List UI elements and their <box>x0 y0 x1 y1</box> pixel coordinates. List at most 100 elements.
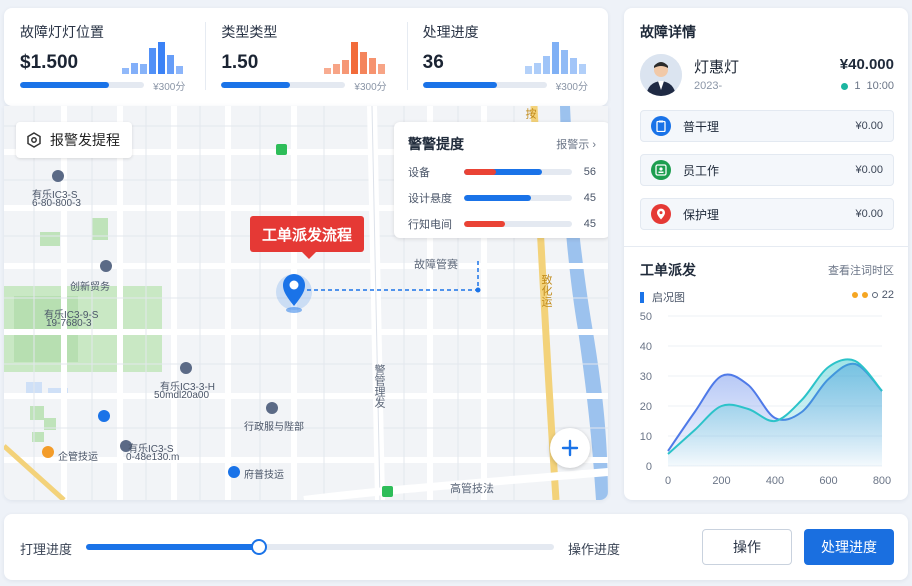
detail-item-amount: ¥0.00 <box>855 164 883 176</box>
alarm-row-value: 56 <box>583 166 596 178</box>
avatar <box>640 54 682 96</box>
detail-item[interactable]: 保护理 ¥0.00 <box>640 198 894 230</box>
stat-note: ¥300分 <box>354 82 387 93</box>
legend-dot-icon <box>851 292 858 298</box>
stat-mini-bar <box>122 67 130 74</box>
stat-title: 类型类型 <box>221 24 278 40</box>
progress-left-label: 打理进度 <box>20 542 73 557</box>
alarm-panel-title: 警警提度 <box>408 136 464 152</box>
clipboard-icon <box>651 116 671 136</box>
map-road-label: 致化运 <box>540 274 552 307</box>
stat-title: 处理进度 <box>422 24 479 40</box>
chart-x-tick-label: 0 <box>665 475 671 487</box>
stat-mini-bars <box>524 42 586 74</box>
detail-item[interactable]: 员工作 ¥0.00 <box>640 154 894 186</box>
alarm-row: 设备 56 <box>408 164 596 180</box>
chart-legend-right: 22 <box>851 289 894 301</box>
alarm-row-label: 设计悬度 <box>408 193 452 205</box>
alarm-row-value: 45 <box>583 218 596 230</box>
stat-card: 类型类型 1.50 ¥300分 <box>205 8 406 106</box>
stat-progress <box>422 82 547 88</box>
map-poi-label: 创新贸务 <box>70 282 110 293</box>
map-poi-label: 19-7680-3 <box>46 318 92 329</box>
map-poi-label: 0-48e130.m <box>126 452 180 463</box>
stat-mini-bar <box>551 42 559 74</box>
alarm-panel-link[interactable]: 报警示 › <box>556 136 596 152</box>
stat-mini-bar <box>359 51 367 74</box>
map-poi-label: 50mdl20a00 <box>154 390 210 401</box>
map-road-label: 高管技法 <box>450 483 494 495</box>
chart-y-tick-label: 0 <box>646 461 652 473</box>
stat-mini-bar <box>524 66 532 74</box>
map-poi-label: 府普技运 <box>244 470 284 481</box>
stats-bar: 故障灯灯位置 $1.500 ¥300分 类型类型 1.50 ¥300分 处理进度… <box>4 8 608 106</box>
stat-mini-bar <box>140 64 148 74</box>
alarm-row-track <box>464 169 572 175</box>
status-dot-icon <box>841 82 849 90</box>
detail-item[interactable]: 普干理 ¥0.00 <box>640 110 894 142</box>
person-icon <box>640 54 682 96</box>
chart-y-tick-label: 40 <box>640 341 652 353</box>
fault-detail-panel: 故障详情 灯惠灯 2023- ¥40.000 1 10:00 普干理 ¥0.00… <box>624 8 908 500</box>
hexagon-icon <box>27 132 41 148</box>
stat-mini-bar <box>176 66 184 74</box>
detail-item-label: 普干理 <box>683 119 720 134</box>
chart-x-tick-label: 200 <box>712 475 730 487</box>
stat-mini-bar <box>323 67 331 74</box>
legend-value: 22 <box>881 289 894 301</box>
detail-item-label: 员工作 <box>683 163 720 178</box>
map-view[interactable]: 有乐IC3-S 6-80-800-3 创新贸务 有乐IC3-9-S 19-768… <box>4 106 608 500</box>
stat-mini-bar <box>131 62 139 74</box>
alarm-row-track <box>464 221 572 227</box>
progress-slider-thumb[interactable] <box>251 539 268 555</box>
chart-y-tick-label: 10 <box>640 431 652 443</box>
progress-slider[interactable] <box>86 539 554 555</box>
map-road-label: 故障管赛 <box>414 259 458 271</box>
stat-mini-bar <box>149 48 157 74</box>
progress-bar-panel: 打理进度 操作进度 操作 处理进度 <box>4 514 908 580</box>
legend-bar-icon <box>640 291 644 303</box>
dispatch-chart: 0 10 20 30 40 50 0 200 400 600 800 <box>640 311 891 487</box>
alarm-row-track <box>464 195 572 201</box>
chart-x-tick-label: 400 <box>766 475 784 487</box>
stat-mini-bars <box>323 42 385 74</box>
stat-mini-bar <box>332 64 340 74</box>
process-progress-button[interactable]: 处理进度 <box>804 529 894 565</box>
plus-icon <box>561 439 579 457</box>
status-badge: 1 10:00 <box>841 80 894 92</box>
stat-mini-bar <box>368 58 376 74</box>
stat-title: 故障灯灯位置 <box>20 24 104 40</box>
legend-label: 启况图 <box>652 292 685 304</box>
stat-progress <box>221 82 346 88</box>
stat-mini-bar <box>167 54 175 74</box>
status-time: 10:00 <box>866 80 894 92</box>
dispatch-view-link[interactable]: 查看注词时区 <box>828 262 894 278</box>
map-road-label: 警管理发 <box>373 364 385 408</box>
map-poi-label: 企管技运 <box>58 452 98 463</box>
detail-item-amount: ¥0.00 <box>855 120 883 132</box>
stat-progress <box>20 82 144 88</box>
operate-button[interactable]: 操作 <box>702 529 792 565</box>
chart-y-tick-label: 30 <box>640 371 652 383</box>
stat-mini-bar <box>542 56 550 74</box>
workflow-tag[interactable]: 工单派发流程 <box>250 216 365 259</box>
chart-x-tick-label: 600 <box>819 475 837 487</box>
alarm-row-label: 设备 <box>408 167 430 179</box>
detail-title: 故障详情 <box>640 24 696 40</box>
stat-mini-bar <box>560 50 568 74</box>
stat-mini-bar <box>341 59 349 74</box>
worker-icon <box>651 160 671 180</box>
zoom-in-button[interactable] <box>550 428 590 468</box>
stat-mini-bar <box>350 42 358 74</box>
alarm-process-button[interactable]: 报警发提程 <box>16 122 132 158</box>
detail-item-label: 保护理 <box>683 207 720 222</box>
map-poi-label: 行政服与陛部 <box>244 422 304 433</box>
stat-mini-bars <box>122 42 184 74</box>
alarm-panel: 警警提度 报警示 › 设备 56 设计悬度 45 行知电间 45 <box>394 122 608 238</box>
location-pin-icon <box>651 204 671 224</box>
chart-y-tick-label: 50 <box>640 311 652 323</box>
stat-card: 故障灯灯位置 $1.500 ¥300分 <box>4 8 205 106</box>
stat-mini-bar <box>158 42 166 74</box>
alarm-process-label: 报警发提程 <box>50 132 120 148</box>
dispatch-title: 工单派发 <box>640 262 696 278</box>
